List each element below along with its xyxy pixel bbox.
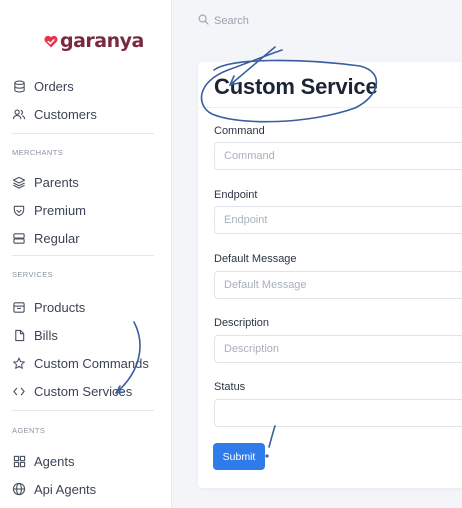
search-icon <box>198 14 209 28</box>
command-label: Command <box>214 125 265 137</box>
section-label-agents: AGENTS <box>12 426 46 435</box>
sidebar-item-label: Products <box>34 299 86 315</box>
default-message-label: Default Message <box>214 253 297 265</box>
sidebar-item-label: Premium <box>34 202 87 218</box>
sidebar-item-premium[interactable]: Premium <box>12 200 86 220</box>
database-icon <box>12 79 26 93</box>
sidebar: garanya Orders Customers MERCHANTS Paren… <box>0 0 172 508</box>
description-label: Description <box>214 317 270 329</box>
sidebar-item-label: Api Agents <box>34 481 97 497</box>
file-icon <box>12 328 26 342</box>
submit-button[interactable]: Submit <box>213 443 265 470</box>
sidebar-item-api-agents[interactable]: Api Agents <box>12 479 96 499</box>
brand-logo[interactable]: garanya <box>44 28 144 54</box>
users-icon <box>12 107 26 121</box>
divider <box>198 107 462 108</box>
endpoint-field[interactable] <box>214 206 462 234</box>
divider <box>12 133 154 134</box>
divider <box>12 410 154 411</box>
description-field[interactable] <box>214 335 462 363</box>
layers-icon <box>12 175 26 189</box>
sidebar-item-label: Bills <box>34 327 58 343</box>
sidebar-item-label: Agents <box>34 453 75 469</box>
sidebar-item-parents[interactable]: Parents <box>12 172 79 192</box>
endpoint-label: Endpoint <box>214 189 258 201</box>
code-icon <box>12 384 26 398</box>
sidebar-item-custom-commands[interactable]: Custom Commands <box>12 353 149 373</box>
brand-name: garanya <box>60 30 144 52</box>
section-label-merchants: MERCHANTS <box>12 148 64 157</box>
divider <box>12 255 154 256</box>
sidebar-item-label: Customers <box>34 106 97 122</box>
shield-icon <box>12 203 26 217</box>
sidebar-item-label: Regular <box>34 230 80 246</box>
sidebar-item-agents[interactable]: Agents <box>12 451 74 471</box>
sidebar-item-bills[interactable]: Bills <box>12 325 58 345</box>
heart-icon <box>44 35 58 48</box>
server-icon <box>12 231 26 245</box>
sidebar-item-label: Orders <box>34 78 74 94</box>
sidebar-item-label: Parents <box>34 174 79 190</box>
sidebar-item-customers[interactable]: Customers <box>12 104 97 124</box>
sidebar-item-products[interactable]: Products <box>12 297 85 317</box>
star-icon <box>12 356 26 370</box>
grid-icon <box>12 454 26 468</box>
status-field[interactable] <box>214 399 462 427</box>
sidebar-item-regular[interactable]: Regular <box>12 228 80 248</box>
search-bar[interactable] <box>198 14 414 28</box>
default-message-field[interactable] <box>214 271 462 299</box>
search-input[interactable] <box>214 15 414 27</box>
box-icon <box>12 300 26 314</box>
status-label: Status <box>214 381 246 393</box>
section-label-services: SERVICES <box>12 270 53 279</box>
sidebar-item-custom-services[interactable]: Custom Services <box>12 381 132 401</box>
sidebar-item-orders[interactable]: Orders <box>12 76 74 96</box>
command-field[interactable] <box>214 142 462 170</box>
sidebar-item-label: Custom Commands <box>34 355 149 371</box>
sidebar-item-label: Custom Services <box>34 383 133 399</box>
page-title: Custom Service <box>214 74 378 99</box>
globe-icon <box>12 482 26 496</box>
